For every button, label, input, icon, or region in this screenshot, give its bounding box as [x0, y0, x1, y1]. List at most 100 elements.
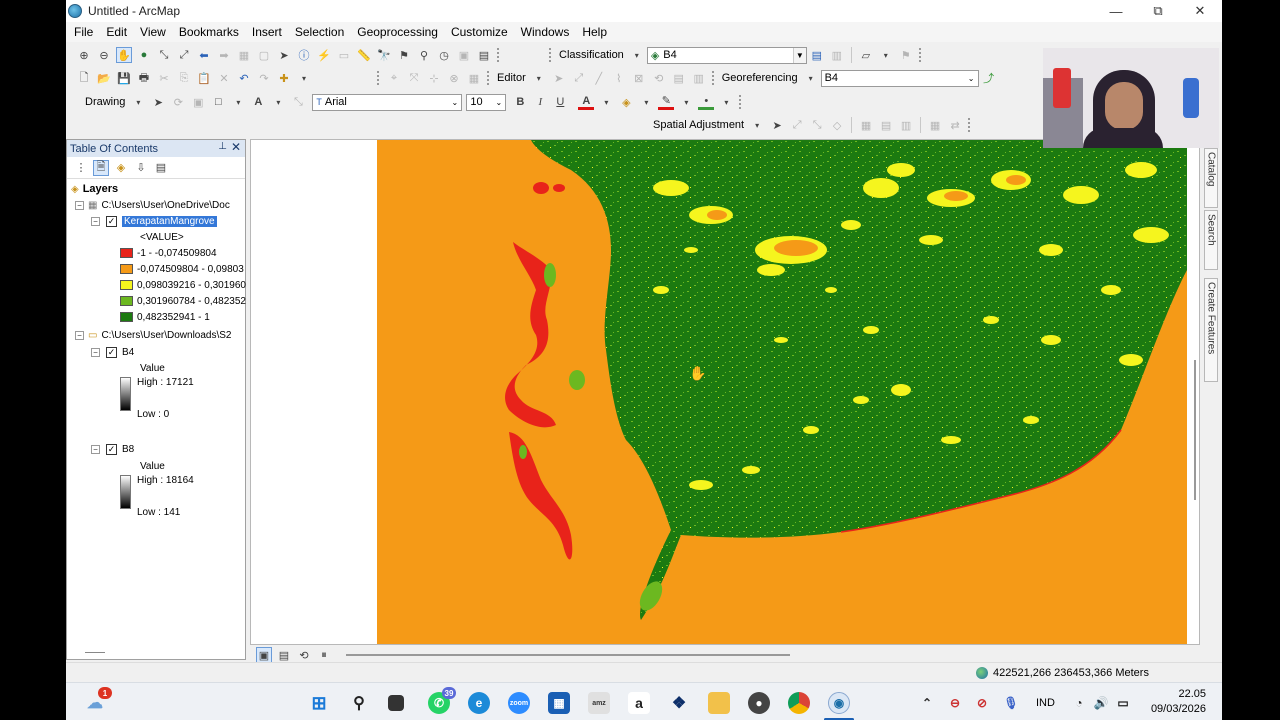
toolbar-grip[interactable]: [968, 118, 972, 132]
layout-view-icon[interactable]: ▤: [276, 647, 292, 663]
select-elements-icon[interactable]: ➤: [769, 117, 785, 133]
amazon-prime-icon[interactable]: amz: [588, 692, 610, 714]
toolbar-grip[interactable]: [487, 71, 491, 85]
chevron-down-icon[interactable]: ▾: [270, 94, 286, 110]
spatial-adjustment-dropdown[interactable]: Spatial Adjustment: [653, 119, 744, 131]
create-features-tab[interactable]: Create Features: [1204, 278, 1218, 382]
measure-icon[interactable]: 📏: [356, 47, 372, 63]
list-by-drawing-order-icon[interactable]: ⋮: [73, 160, 89, 176]
new-document-icon[interactable]: 🗋: [76, 70, 92, 86]
collapse-toggle[interactable]: −: [91, 347, 100, 357]
italic-button[interactable]: I: [532, 94, 548, 110]
horizontal-scrollbar[interactable]: [346, 654, 790, 656]
layer-visibility-checkbox[interactable]: ✓: [106, 215, 117, 227]
legend-class-1[interactable]: -1 - -0,074509804: [120, 245, 217, 261]
layers-root[interactable]: ◈ Layers: [71, 181, 118, 197]
delete-icon[interactable]: ✕: [216, 70, 232, 86]
pan-hand-icon[interactable]: ✋: [116, 47, 132, 63]
attribute-transfer-icon[interactable]: ⇄: [947, 117, 963, 133]
swipe-icon[interactable]: ▤: [476, 47, 492, 63]
create-viewer-icon[interactable]: ▣: [456, 47, 472, 63]
split-icon[interactable]: ⊠: [631, 70, 647, 86]
toc-scrollbar-handle[interactable]: [85, 652, 105, 653]
rotate-element-icon[interactable]: ⟳: [170, 94, 186, 110]
collapse-toggle[interactable]: −: [91, 216, 100, 226]
toolbar-grip[interactable]: [739, 95, 743, 109]
edit-annotation-icon[interactable]: ⤢: [571, 70, 587, 86]
underline-button[interactable]: U: [552, 94, 568, 110]
maximize-button[interactable]: ⧉: [1136, 0, 1180, 22]
line-color-icon[interactable]: ✎: [658, 94, 675, 110]
edit-tool-icon[interactable]: ➤: [551, 70, 567, 86]
clock-date[interactable]: 09/03/2026: [1142, 703, 1206, 715]
print-icon[interactable]: 🖶: [136, 70, 152, 86]
collapse-toggle[interactable]: −: [75, 200, 84, 210]
chevron-down-icon[interactable]: ⌄: [964, 70, 978, 86]
menu-geoprocessing[interactable]: Geoprocessing: [357, 25, 438, 39]
tray-app-icon[interactable]: ⊘: [971, 692, 993, 714]
amazon-icon[interactable]: a: [628, 692, 650, 714]
chevron-down-icon[interactable]: ▾: [678, 94, 694, 110]
marker-color-icon[interactable]: •: [698, 94, 715, 110]
store-icon[interactable]: ▦: [548, 692, 570, 714]
clock-time[interactable]: 22.05: [1162, 688, 1206, 700]
chevron-down-icon[interactable]: ▾: [598, 94, 614, 110]
refresh-icon[interactable]: ⟲: [296, 647, 312, 663]
layer-kerapatan-row[interactable]: − ✓ KerapatanMangrove: [91, 213, 217, 229]
fill-color-icon[interactable]: ◈: [618, 94, 634, 110]
pause-drawing-icon[interactable]: ⏸: [316, 647, 332, 663]
redo-icon[interactable]: ↷: [256, 70, 272, 86]
save-icon[interactable]: 💾: [116, 70, 132, 86]
select-features-icon[interactable]: ▦: [236, 47, 252, 63]
copy-icon[interactable]: ⎘: [176, 70, 192, 86]
zoom-whole-page-icon[interactable]: ▣: [190, 94, 206, 110]
chevron-down-icon[interactable]: ▾: [638, 94, 654, 110]
obs-recorder-icon[interactable]: ●: [748, 692, 770, 714]
tray-app-icon[interactable]: ⊖: [944, 692, 966, 714]
go-to-xy-icon[interactable]: ⚲: [416, 47, 432, 63]
fixed-zoom-out-icon[interactable]: ⤢: [176, 47, 192, 63]
full-extent-globe-icon[interactable]: ●: [136, 47, 152, 63]
chevron-down-icon[interactable]: ▾: [718, 94, 734, 110]
forward-arrow-icon[interactable]: ➡: [216, 47, 232, 63]
trace-icon[interactable]: ⌇: [611, 70, 627, 86]
select-elements-icon[interactable]: ➤: [150, 94, 166, 110]
georeferencing-dropdown[interactable]: Georeferencing: [722, 72, 798, 84]
close-button[interactable]: ✕: [1178, 0, 1222, 22]
select-link-icon[interactable]: ⤧: [406, 70, 422, 86]
layer-name-kerapatan[interactable]: KerapatanMangrove: [122, 215, 217, 227]
data-view-icon[interactable]: ▣: [256, 647, 272, 663]
classify-icon[interactable]: ⚑: [898, 47, 914, 63]
fixed-zoom-in-icon[interactable]: ⤡: [156, 47, 172, 63]
list-by-visibility-icon[interactable]: ◈: [113, 160, 129, 176]
multiple-displacement-links-icon[interactable]: ◇: [829, 117, 845, 133]
chevron-down-icon[interactable]: ▼: [792, 47, 806, 63]
arcmap-taskbar-icon[interactable]: ◉: [828, 692, 850, 714]
zoom-icon[interactable]: zoom: [508, 692, 530, 714]
vertical-scrollbar[interactable]: [1194, 360, 1196, 500]
battery-icon[interactable]: ▭: [1112, 692, 1134, 714]
sketch-properties-icon[interactable]: ▥: [691, 70, 707, 86]
zoom-in-icon[interactable]: ⊕: [76, 47, 92, 63]
font-size-select[interactable]: 10 ⌄: [466, 93, 507, 111]
delete-link-icon[interactable]: ⊗: [446, 70, 462, 86]
whatsapp-icon[interactable]: ✆ 39: [428, 687, 456, 714]
drawing-dropdown[interactable]: Drawing: [85, 96, 125, 108]
chrome-icon[interactable]: [788, 692, 810, 714]
group1-row[interactable]: − ▦ C:\Users\User\OneDrive\Doc: [75, 197, 230, 213]
add-control-points-icon[interactable]: ⌖: [386, 70, 402, 86]
zoom-out-icon[interactable]: ⊖: [96, 47, 112, 63]
layer-b8-row[interactable]: − ✓ B8: [91, 441, 134, 457]
toolbar-grip[interactable]: [497, 48, 501, 62]
cut-icon[interactable]: ✂: [156, 70, 172, 86]
font-color-button[interactable]: A: [578, 94, 595, 110]
classification-layer-select[interactable]: ◈ B4 ▼: [646, 46, 807, 64]
legend-class-4[interactable]: 0,301960784 - 0,482352: [120, 293, 246, 309]
font-name-select[interactable]: T Arial ⌄: [312, 93, 463, 111]
clear-limited-adjustment-area-icon[interactable]: ▥: [898, 117, 914, 133]
list-by-selection-icon[interactable]: ⇩: [133, 160, 149, 176]
georeferencing-layer-select[interactable]: B4 ⌄: [820, 69, 979, 87]
layer-visibility-checkbox[interactable]: ✓: [106, 346, 117, 358]
chevron-down-icon[interactable]: ⌄: [492, 94, 506, 110]
select-elements-icon[interactable]: ➤: [276, 47, 292, 63]
